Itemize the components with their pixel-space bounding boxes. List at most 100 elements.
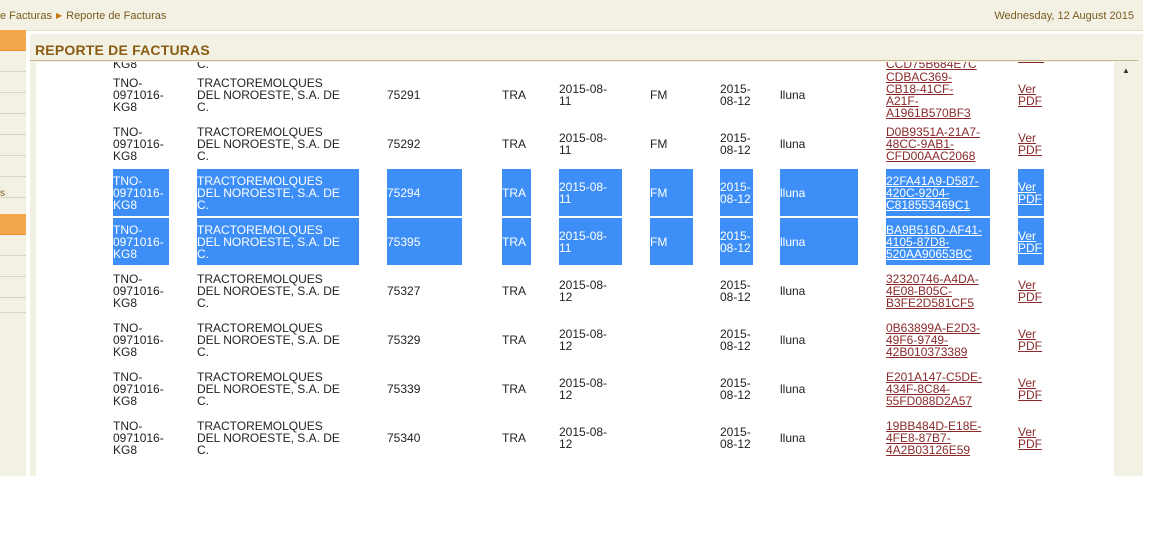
uuid-link-line[interactable]: 520AA90653BC bbox=[886, 248, 990, 260]
ver-pdf-link-line[interactable]: Ver bbox=[1018, 377, 1044, 389]
ver-pdf-link-line[interactable]: PDF bbox=[1018, 291, 1044, 303]
uuid-link-line[interactable]: 434F-8C84- bbox=[886, 383, 990, 395]
uuid-link-line[interactable]: 19BB484D-E18E- bbox=[886, 420, 990, 432]
ver-pdf-link-line[interactable]: PDF bbox=[1018, 340, 1044, 352]
uuid-link-line[interactable]: 48CC-9AB1- bbox=[886, 138, 990, 150]
uuid-link-line[interactable]: 4FE8-87B7- bbox=[886, 432, 990, 444]
ver-pdf-link[interactable]: Ver PDF bbox=[1018, 365, 1044, 412]
uuid-link-line[interactable]: 4E08-B05C- bbox=[886, 285, 990, 297]
ver-pdf-link-line[interactable]: PDF bbox=[1018, 242, 1044, 254]
ver-pdf-link-line[interactable]: Ver bbox=[1018, 83, 1044, 95]
menu-item-5[interactable] bbox=[0, 114, 26, 135]
table-row[interactable]: TNO- 0971016- KG8 TRACTOREMOLQUES DEL NOROES… bbox=[36, 267, 1114, 316]
ver-pdf-link-line[interactable]: Ver bbox=[1018, 328, 1044, 340]
fecha-cell-line: 2015-08- bbox=[559, 326, 608, 341]
menu-item-13[interactable] bbox=[0, 298, 26, 313]
menu-item-1[interactable] bbox=[0, 30, 26, 51]
uuid-link-line[interactable]: CFD00AAC2068 bbox=[886, 150, 990, 162]
uuid-link[interactable]: 32320746-A4DA- 4E08-B05C- B3FE2D581CF5 bbox=[886, 267, 990, 314]
company-name-cell-line: TRACTOREMOLQUES bbox=[197, 124, 323, 139]
company-name-cell-line: TRACTOREMOLQUES bbox=[197, 222, 323, 237]
table-row[interactable]: TNO- 0971016- KG8 TRACTOREMOLQUES DEL NOROES… bbox=[36, 414, 1114, 463]
uuid-link-line[interactable]: A21F- bbox=[886, 95, 990, 107]
uuid-link-line[interactable]: D0B9351A-21A7- bbox=[886, 126, 990, 138]
ver-pdf-link[interactable]: Ver PDF bbox=[1018, 120, 1044, 167]
ver-pdf-link-line[interactable]: Ver bbox=[1018, 426, 1044, 438]
serie-cell: TRA bbox=[502, 316, 531, 363]
uuid-link-line[interactable]: CB18-41CF- bbox=[886, 83, 990, 95]
table-row[interactable]: TNO- 0971016- KG8 TRACTOREMOLQUES DEL NOROES… bbox=[36, 365, 1114, 414]
ver-pdf-link-line[interactable]: PDF bbox=[1018, 389, 1044, 401]
ver-pdf-link-line[interactable]: PDF bbox=[1018, 193, 1044, 205]
uuid-link-line[interactable]: 49F6-9749- bbox=[886, 334, 990, 346]
ver-pdf-link[interactable]: Ver PDF bbox=[1018, 218, 1044, 265]
ver-pdf-link[interactable]: Ver PDF bbox=[1018, 316, 1044, 363]
table-row-selected[interactable]: TNO- 0971016- KG8 TRACTOREMOLQUES DEL NOROES… bbox=[36, 169, 1114, 218]
uuid-link[interactable]: 19BB484D-E18E- 4FE8-87B7- 4A2B03126E59 bbox=[886, 414, 990, 461]
ver-pdf-link[interactable]: Ver PDF bbox=[1018, 267, 1044, 314]
uuid-link[interactable]: E201A147-C5DE- 434F-8C84- 55FD088D2A57 bbox=[886, 365, 990, 412]
uuid-link-line[interactable]: 4A2B03126E59 bbox=[886, 444, 990, 456]
table-row-selected[interactable]: TNO- 0971016- KG8 TRACTOREMOLQUES DEL NOROES… bbox=[36, 218, 1114, 267]
ver-pdf-link[interactable]: Ver PDF bbox=[1018, 169, 1044, 216]
ver-pdf-link-line[interactable]: PDF bbox=[1018, 95, 1044, 107]
ver-pdf-link-line[interactable]: Ver bbox=[1018, 279, 1044, 291]
ver-pdf-link-line[interactable]: PDF bbox=[1018, 438, 1044, 450]
user-cell: lluna bbox=[780, 218, 858, 265]
serie-cell-text: TRA bbox=[502, 136, 526, 151]
uuid-link-line[interactable]: 4105-87D8- bbox=[886, 236, 990, 248]
uuid-link[interactable]: CCD75B684E7C bbox=[886, 62, 990, 70]
uuid-link-line[interactable]: B3FE2D581CF5 bbox=[886, 297, 990, 309]
fecha-cell-line: 12 bbox=[559, 338, 573, 353]
pdf-link[interactable] bbox=[1018, 62, 1044, 63]
menu-item-10[interactable] bbox=[0, 235, 26, 256]
uuid-link-line[interactable]: E201A147-C5DE- bbox=[886, 371, 990, 383]
uuid-link[interactable]: D0B9351A-21A7- 48CC-9AB1- CFD00AAC2068 bbox=[886, 120, 990, 167]
company-name-cell: TRACTOREMOLQUES DEL NOROESTE, S.A. DE C. bbox=[197, 365, 359, 412]
fecha-cell: 2015-08- 11 bbox=[559, 169, 622, 216]
table-row[interactable]: TNO- 0971016- KG8 TRACTOREMOLQUES DEL NOROES… bbox=[36, 316, 1114, 365]
menu-item-8[interactable]: s bbox=[0, 177, 26, 198]
menu-item-4[interactable] bbox=[0, 93, 26, 114]
menu-item-7[interactable] bbox=[0, 156, 26, 177]
uuid-link-line[interactable]: CDBAC369- bbox=[886, 71, 990, 83]
uuid-link[interactable]: CDBAC369- CB18-41CF- A21F- A1961B570BF3 bbox=[886, 71, 990, 119]
fecha-cell: 2015-08- 11 bbox=[559, 218, 622, 265]
table-row[interactable]: TNO- 0971016- KG8 TRACTOREMOLQUES DEL NOROES… bbox=[36, 120, 1114, 169]
fecha-pago-cell-line: 2015- bbox=[720, 277, 751, 292]
uuid-link-line[interactable]: 42B010373389 bbox=[886, 346, 990, 358]
company-name-cell-line: TRACTOREMOLQUES bbox=[197, 75, 323, 90]
menu-item-2[interactable] bbox=[0, 51, 26, 72]
uuid-link-line[interactable]: 22FA41A9-D587- bbox=[886, 175, 990, 187]
ver-pdf-link[interactable]: Ver PDF bbox=[1018, 414, 1044, 461]
uuid-link[interactable]: BA9B516D-AF41- 4105-87D8- 520AA90653BC bbox=[886, 218, 990, 265]
company-name-cell-line: TRACTOREMOLQUES bbox=[197, 173, 323, 188]
uuid-link-line[interactable]: C818553469C1 bbox=[886, 199, 990, 211]
ver-pdf-link-line[interactable]: Ver bbox=[1018, 230, 1044, 242]
table-row[interactable]: TNO- 0971016- KG8 TRACTOREMOLQUES DEL NOROES… bbox=[36, 71, 1114, 120]
serie-cell: TRA bbox=[502, 365, 531, 412]
fecha-cell-line: 2015-08- bbox=[559, 375, 608, 390]
uuid-link[interactable]: 22FA41A9-D587- 420C-9204- C818553469C1 bbox=[886, 169, 990, 216]
serie-cell: TRA bbox=[502, 71, 531, 118]
ver-pdf-link-line[interactable]: Ver bbox=[1018, 132, 1044, 144]
uuid-link-line[interactable]: 55FD088D2A57 bbox=[886, 395, 990, 407]
uuid-link-line[interactable]: 32320746-A4DA- bbox=[886, 273, 990, 285]
menu-item-12[interactable] bbox=[0, 277, 26, 298]
ver-pdf-link-line[interactable]: PDF bbox=[1018, 144, 1044, 156]
uuid-link-line[interactable]: BA9B516D-AF41- bbox=[886, 224, 990, 236]
menu-item-3[interactable] bbox=[0, 72, 26, 93]
fecha-cell: 2015-08- 12 bbox=[559, 414, 622, 461]
uuid-link-line[interactable]: 0B63899A-E2D3- bbox=[886, 322, 990, 334]
uuid-link-line[interactable]: 420C-9204- bbox=[886, 187, 990, 199]
uuid-link-line[interactable]: A1961B570BF3 bbox=[886, 107, 990, 119]
breadcrumb-link-facturas[interactable]: e Facturas bbox=[0, 10, 52, 22]
menu-item-9-active[interactable] bbox=[0, 214, 26, 235]
ver-pdf-link[interactable]: Ver PDF bbox=[1018, 71, 1044, 118]
uuid-link[interactable]: 0B63899A-E2D3- 49F6-9749- 42B010373389 bbox=[886, 316, 990, 363]
menu-item-6[interactable] bbox=[0, 135, 26, 156]
ver-pdf-link-line[interactable]: Ver bbox=[1018, 181, 1044, 193]
folio-cell: 75291 bbox=[387, 71, 435, 118]
scroll-up-arrow-icon[interactable]: ▲ bbox=[1122, 66, 1130, 75]
menu-item-11[interactable] bbox=[0, 256, 26, 277]
